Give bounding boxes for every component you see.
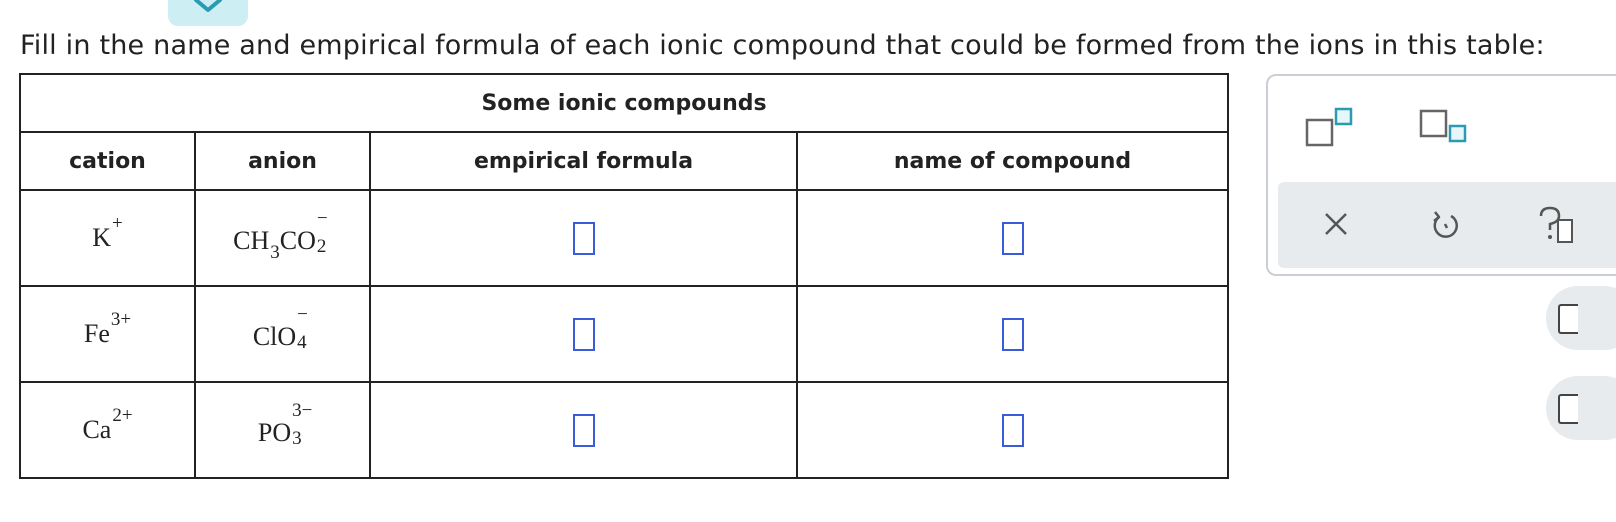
superscript-icon <box>1305 107 1353 147</box>
empirical-formula-cell <box>369 285 798 383</box>
cation-formula: K+ <box>92 213 123 252</box>
subscript-icon <box>1419 109 1467 143</box>
table-row: Ca2+ PO 3 3− <box>19 381 1230 479</box>
anion-formula: PO 3 3− <box>257 399 313 449</box>
compound-name-cell <box>795 285 1230 383</box>
table-caption: Some ionic compounds <box>18 73 1230 133</box>
compound-name-input[interactable] <box>1001 317 1024 351</box>
box-icon <box>1558 304 1578 334</box>
superscript-button[interactable] <box>1304 104 1354 154</box>
box-icon <box>1558 394 1578 424</box>
anion-formula: CH3CO 2− <box>233 207 328 263</box>
palette-action-bar <box>1278 182 1616 268</box>
cation-formula: Fe3+ <box>83 309 132 348</box>
empirical-formula-input[interactable] <box>572 317 595 351</box>
column-header-name: name of compound <box>795 131 1230 191</box>
ionic-compounds-table: Some ionic compounds cation anion empiri… <box>18 73 1230 479</box>
cation-cell: K+ <box>19 189 196 287</box>
column-header-empirical-formula: empirical formula <box>369 131 798 191</box>
anion-cell: ClO 4− <box>194 285 371 383</box>
compound-name-input[interactable] <box>1001 221 1024 255</box>
empirical-formula-cell <box>369 381 798 479</box>
empirical-formula-input[interactable] <box>572 221 595 255</box>
cation-formula: Ca2+ <box>82 405 133 444</box>
subscript-button[interactable] <box>1418 108 1468 154</box>
math-palette <box>1266 74 1616 276</box>
question-prompt: Fill in the name and empirical formula o… <box>20 30 1545 61</box>
compound-name-input[interactable] <box>1001 413 1024 447</box>
undo-button[interactable] <box>1430 208 1460 244</box>
compound-name-cell <box>795 381 1230 479</box>
table-row: Fe3+ ClO 4− <box>19 285 1230 383</box>
side-tool-button[interactable] <box>1546 376 1616 440</box>
table-row: K+ CH3CO 2− <box>19 189 1230 287</box>
column-header-anion: anion <box>194 131 371 191</box>
side-tool-button[interactable] <box>1546 286 1616 350</box>
empirical-formula-input[interactable] <box>572 413 595 447</box>
chevron-down-icon <box>194 0 222 12</box>
help-icon <box>1539 206 1573 243</box>
undo-icon <box>1433 211 1458 238</box>
cation-cell: Fe3+ <box>19 285 196 383</box>
anion-formula: ClO 4− <box>252 303 308 353</box>
clear-button[interactable] <box>1322 210 1350 242</box>
column-header-cation: cation <box>19 131 196 191</box>
anion-cell: CH3CO 2− <box>194 189 371 287</box>
help-button[interactable] <box>1536 204 1576 248</box>
cation-cell: Ca2+ <box>19 381 196 479</box>
compound-name-cell <box>795 189 1230 287</box>
empirical-formula-cell <box>369 189 798 287</box>
anion-cell: PO 3 3− <box>194 381 371 479</box>
collapse-tab[interactable] <box>168 0 248 26</box>
close-icon <box>1325 213 1347 235</box>
